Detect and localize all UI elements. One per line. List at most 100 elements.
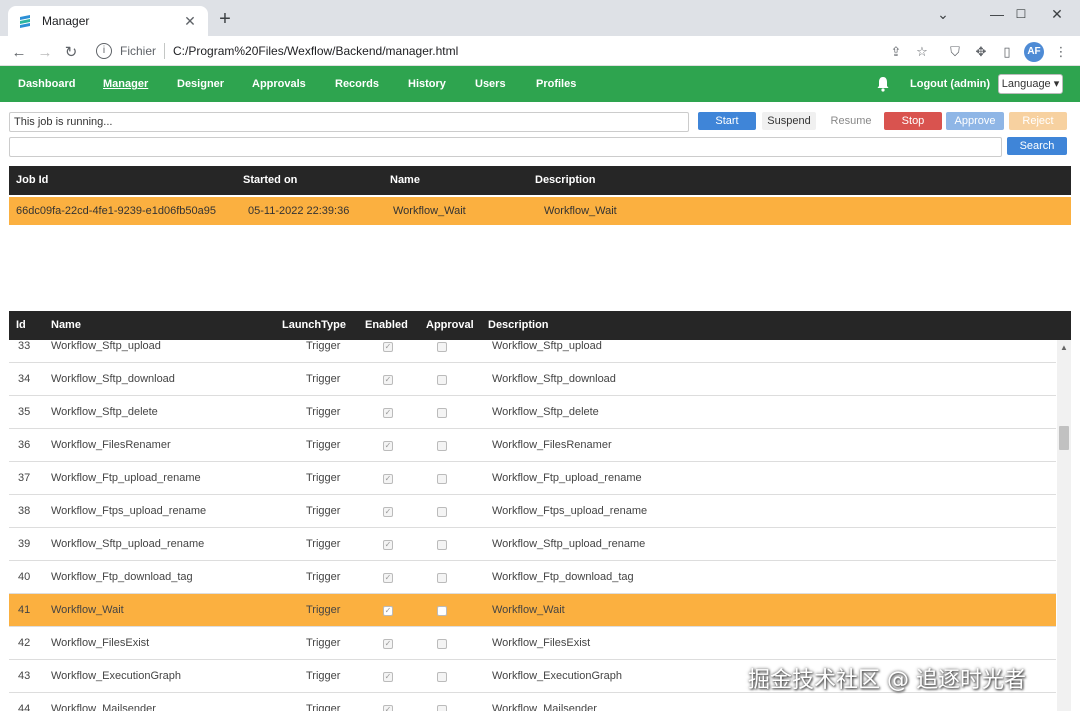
workflows-table-body[interactable]: 33 Workflow_Sftp_upload Trigger ✓ Workfl… [9,340,1056,711]
url-scheme-label: Fichier [120,44,157,58]
share-icon[interactable]: ⇪ [887,43,905,61]
enabled-checkbox[interactable]: ✓ [383,507,393,517]
enabled-checkbox[interactable]: ✓ [383,606,393,616]
nav-users[interactable]: Users [475,66,506,102]
nav-designer[interactable]: Designer [177,66,224,102]
reject-button[interactable]: Reject [1009,112,1067,130]
running-jobs-header: Job Id Started on Name Description [9,166,1071,195]
table-row[interactable]: 44 Workflow_Mailsender Trigger ✓ Workflo… [9,693,1056,711]
tab-title: Manager [42,14,90,28]
approval-checkbox[interactable] [437,573,447,583]
shield-extension-icon[interactable]: ⛉ [946,43,964,61]
nav-dashboard[interactable]: Dashboard [18,66,75,102]
workflows-header: Id Name LaunchType Enabled Approval Desc… [9,311,1071,340]
site-info-icon[interactable]: i [96,43,112,59]
bell-icon[interactable] [875,76,891,92]
profile-avatar[interactable]: AF [1024,42,1044,62]
approval-checkbox[interactable] [437,342,447,352]
workflows-scrollbar[interactable]: ▲ [1057,340,1071,711]
suspend-button[interactable]: Suspend [762,112,816,130]
enabled-checkbox[interactable]: ✓ [383,342,393,352]
table-row[interactable]: 42 Workflow_FilesExist Trigger ✓ Workflo… [9,627,1056,660]
omnibox-divider [164,43,166,59]
col-started-on: Started on [243,174,298,186]
enabled-checkbox[interactable]: ✓ [383,441,393,451]
enabled-checkbox[interactable]: ✓ [383,672,393,682]
nav-manager[interactable]: Manager [103,66,148,102]
scrollbar-thumb[interactable] [1059,426,1069,450]
col-wf-description: Description [488,319,549,331]
approval-checkbox[interactable] [437,672,447,682]
resume-button[interactable]: Resume [826,112,876,130]
window-close-icon[interactable]: ✕ [1034,0,1080,28]
forward-arrow-icon[interactable]: → [34,41,56,63]
logout-link[interactable]: Logout (admin) [910,66,990,102]
job-name-cell: Workflow_Wait [393,205,466,217]
approval-checkbox[interactable] [437,606,447,616]
approval-checkbox[interactable] [437,375,447,385]
table-row-selected[interactable]: 41 Workflow_Wait Trigger ✓ Workflow_Wait [9,594,1056,627]
job-description-cell: Workflow_Wait [544,205,617,217]
reload-icon[interactable]: ↻ [60,41,82,63]
col-job-id: Job Id [16,174,49,186]
stop-button[interactable]: Stop [884,112,942,130]
enabled-checkbox[interactable]: ✓ [383,474,393,484]
approval-checkbox[interactable] [437,507,447,517]
enabled-checkbox[interactable]: ✓ [383,375,393,385]
extensions-puzzle-icon[interactable]: ✥ [972,43,990,61]
side-panel-icon[interactable]: ▯ [998,43,1016,61]
approval-checkbox[interactable] [437,705,447,711]
table-row[interactable]: 37 Workflow_Ftp_upload_rename Trigger ✓ … [9,462,1056,495]
approval-checkbox[interactable] [437,639,447,649]
table-row[interactable]: 33 Workflow_Sftp_upload Trigger ✓ Workfl… [9,340,1056,363]
approval-checkbox[interactable] [437,441,447,451]
start-button[interactable]: Start [698,112,756,130]
enabled-checkbox[interactable]: ✓ [383,573,393,583]
nav-approvals[interactable]: Approvals [252,66,306,102]
wexflow-logo-icon [20,15,30,28]
enabled-checkbox[interactable]: ✓ [383,540,393,550]
search-input[interactable] [9,137,1002,157]
watermark-text: 掘金技术社区 @ 追逐时光者 [748,668,1026,693]
col-name: Name [390,174,420,186]
table-row[interactable]: 36 Workflow_FilesRenamer Trigger ✓ Workf… [9,429,1056,462]
approval-checkbox[interactable] [437,540,447,550]
search-button[interactable]: Search [1007,137,1067,155]
bookmark-star-icon[interactable]: ☆ [913,43,931,61]
col-approval: Approval [426,319,474,331]
table-row[interactable]: 38 Workflow_Ftps_upload_rename Trigger ✓… [9,495,1056,528]
enabled-checkbox[interactable]: ✓ [383,705,393,711]
table-row[interactable]: 35 Workflow_Sftp_delete Trigger ✓ Workfl… [9,396,1056,429]
minimize-icon[interactable]: ⌄ [920,0,966,28]
job-id-cell: 66dc09fa-22cd-4fe1-9239-e1d06fb50a95 [16,205,216,217]
table-row[interactable]: 40 Workflow_Ftp_download_tag Trigger ✓ W… [9,561,1056,594]
enabled-checkbox[interactable]: ✓ [383,639,393,649]
running-job-row[interactable]: 66dc09fa-22cd-4fe1-9239-e1d06fb50a95 05-… [9,197,1071,225]
table-row[interactable]: 39 Workflow_Sftp_upload_rename Trigger ✓… [9,528,1056,561]
tab-close-icon[interactable]: ✕ [182,13,198,30]
nav-records[interactable]: Records [335,66,379,102]
back-arrow-icon[interactable]: ← [8,41,30,63]
col-id: Id [16,319,26,331]
nav-history[interactable]: History [408,66,446,102]
col-wf-name: Name [51,319,81,331]
col-description: Description [535,174,596,186]
nav-profiles[interactable]: Profiles [536,66,576,102]
browser-tab[interactable]: Manager ✕ [8,6,208,36]
browser-menu-icon[interactable]: ⋮ [1052,43,1070,61]
browser-tabbar: Manager ✕ + ⌄ — ☐ ✕ [0,0,1080,36]
table-row[interactable]: 34 Workflow_Sftp_download Trigger ✓ Work… [9,363,1056,396]
browser-address-bar: ← → ↻ i Fichier C:/Program%20Files/Wexfl… [0,36,1080,66]
scroll-up-arrow-icon[interactable]: ▲ [1057,342,1071,354]
omnibox[interactable]: i Fichier C:/Program%20Files/Wexflow/Bac… [90,39,940,63]
col-launch-type: LaunchType [282,319,346,331]
enabled-checkbox[interactable]: ✓ [383,408,393,418]
started-on-cell: 05-11-2022 22:39:36 [248,205,350,217]
job-status-field[interactable]: This job is running... [9,112,689,132]
approval-checkbox[interactable] [437,474,447,484]
language-dropdown[interactable]: Language ▾ [998,74,1063,94]
approve-button[interactable]: Approve [946,112,1004,130]
approval-checkbox[interactable] [437,408,447,418]
new-tab-icon[interactable]: + [214,8,236,30]
url-text[interactable]: C:/Program%20Files/Wexflow/Backend/manag… [173,44,458,58]
